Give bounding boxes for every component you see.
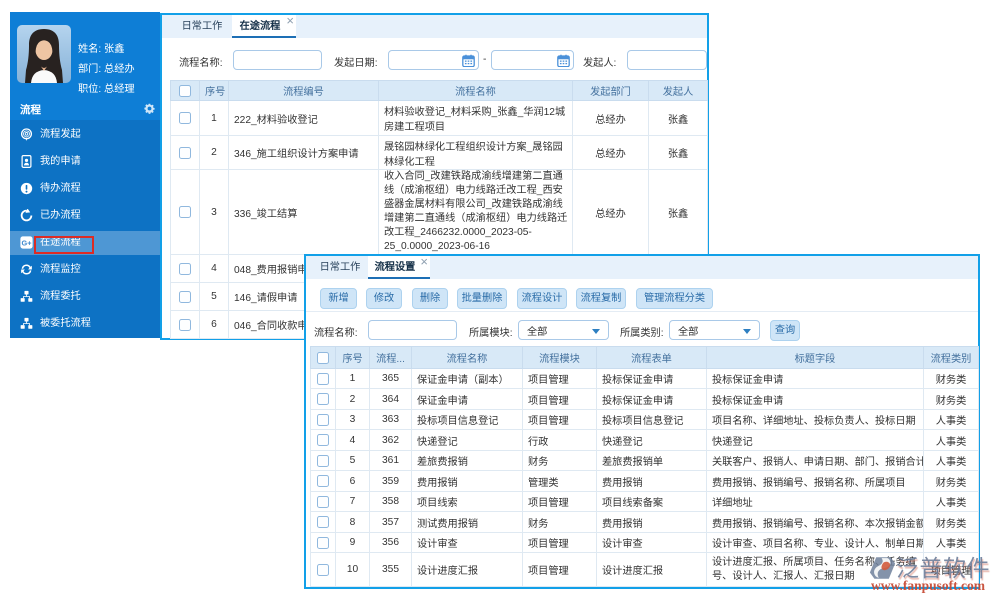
svg-text:G+: G+ — [22, 238, 32, 247]
